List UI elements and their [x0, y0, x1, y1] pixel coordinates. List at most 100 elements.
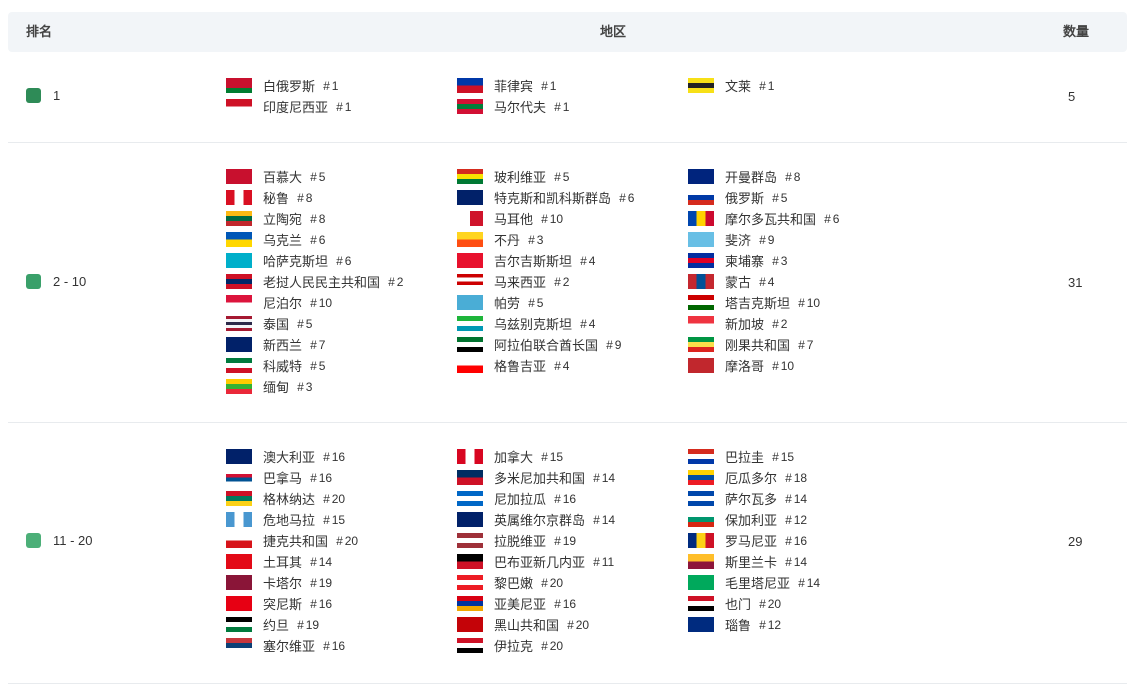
flag-icon	[226, 617, 252, 632]
region-rank-number: 9	[606, 338, 622, 352]
region-name: 开曼群岛	[725, 170, 778, 185]
flag-icon	[457, 232, 483, 247]
header-count: 数量	[1063, 24, 1090, 39]
flag-icon	[226, 554, 252, 569]
region-item: 特克斯和凯科斯群岛 6	[457, 187, 634, 208]
region-column: 百慕大5秘鲁8立陶宛8乌克兰6哈萨克斯坦6老挝人民民主共和国2尼泊尔10泰国5新…	[226, 166, 403, 397]
region-name: 亚美尼亚	[494, 597, 547, 612]
region-item: 摩尔多瓦共和国 6	[688, 208, 839, 229]
region-name: 毛里塔尼亚	[725, 576, 791, 591]
region-rank-number: 7	[798, 338, 814, 352]
region-rank-number: 8	[310, 212, 326, 226]
flag-icon	[457, 449, 483, 464]
flag-icon	[226, 379, 252, 394]
flag-icon	[226, 575, 252, 590]
region-rank-number: 20	[567, 618, 589, 632]
rank-cell: 11 - 20	[26, 533, 93, 548]
region-rank-number: 16	[323, 639, 345, 653]
flag-icon	[226, 470, 252, 485]
region-item: 开曼群岛 8	[688, 166, 839, 187]
region-item: 尼加拉瓜 16	[457, 488, 615, 509]
flag-icon	[688, 169, 714, 184]
header-rank: 排名	[26, 24, 53, 39]
region-item: 保加利亚 12	[688, 509, 820, 530]
flag-icon	[226, 99, 252, 114]
region-name: 刚果共和国	[725, 338, 791, 353]
region-name: 巴拉圭	[725, 450, 765, 465]
region-item: 多米尼加共和国 14	[457, 467, 615, 488]
region-rank-number: 6	[310, 233, 326, 247]
region-name: 白俄罗斯	[263, 79, 316, 94]
region-name: 尼加拉瓜	[494, 492, 547, 507]
region-rank-number: 14	[593, 471, 615, 485]
rank-color-swatch	[26, 273, 41, 289]
region-rank-number: 19	[310, 576, 332, 590]
rank-cell: 1	[26, 88, 60, 103]
rank-label: 2 - 10	[53, 273, 87, 289]
region-rank-number: 1	[759, 79, 775, 93]
region-rank-number: 1	[541, 79, 557, 93]
region-name: 乌兹别克斯坦	[494, 317, 573, 332]
header-region: 地区	[600, 24, 627, 39]
region-rank-number: 20	[759, 597, 781, 611]
region-name: 吉尔吉斯斯坦	[494, 254, 573, 269]
region-rank-number: 14	[593, 513, 615, 527]
region-name: 摩洛哥	[725, 359, 765, 374]
region-name: 格林纳达	[263, 492, 316, 507]
region-name: 哈萨克斯坦	[263, 254, 329, 269]
flag-icon	[226, 295, 252, 310]
region-rank-number: 20	[541, 576, 563, 590]
region-column: 文莱 1	[688, 75, 774, 96]
flag-icon	[688, 617, 714, 632]
region-item: 文莱 1	[688, 75, 774, 96]
region-item: 吉尔吉斯斯坦 4	[457, 250, 634, 271]
rank-color-swatch	[26, 533, 41, 548]
rank-cell: 2 - 10	[26, 273, 87, 289]
region-item: 新加坡 2	[688, 313, 839, 334]
flag-icon	[226, 274, 252, 289]
region-rank-number: 14	[798, 576, 820, 590]
region-name: 也门	[725, 597, 752, 612]
region-item: 黎巴嫩 20	[457, 572, 615, 593]
region-name: 保加利亚	[725, 513, 778, 528]
flag-icon	[688, 596, 714, 611]
flag-icon	[226, 253, 252, 268]
region-rank-number: 16	[310, 597, 332, 611]
flag-icon	[226, 232, 252, 247]
region-item: 俄罗斯 5	[688, 187, 839, 208]
region-name: 塔吉克斯坦	[725, 296, 791, 311]
flag-icon	[457, 491, 483, 506]
table-row: 1 白俄罗斯 1 印度尼西亚 1 菲律宾 1 马尔代夫 1 文莱 1 5	[8, 52, 1127, 143]
region-item: 秘鲁 8	[226, 187, 403, 208]
region-rank-number: 8	[785, 170, 801, 184]
region-name: 特克斯和凯科斯群岛	[494, 191, 612, 206]
region-column: 开曼群岛 8 俄罗斯 5 摩尔多瓦共和国 6 斐济 9 柬埔寨 3 蒙古 4 塔吉克斯坦 10 新加坡 2 刚果…	[688, 166, 839, 376]
region-rank-number: 5	[772, 191, 788, 205]
region-rank-number: 4	[554, 359, 570, 373]
flag-icon	[226, 316, 252, 331]
region-item: 斯里兰卡 14	[688, 551, 820, 572]
region-item: 也门 20	[688, 593, 820, 614]
region-name: 新加坡	[725, 317, 765, 332]
region-rank-number: 5	[528, 296, 544, 310]
region-item: 马来西亚 2	[457, 271, 634, 292]
flag-icon	[226, 638, 252, 653]
flag-icon	[457, 358, 483, 373]
region-rank-number: 2	[388, 275, 404, 289]
region-item: 黑山共和国 20	[457, 614, 615, 635]
region-item: 厄瓜多尔 18	[688, 467, 820, 488]
region-rank-number: 20	[323, 492, 345, 506]
flag-icon	[457, 274, 483, 289]
region-item: 尼泊尔 10	[226, 292, 403, 313]
flag-icon	[688, 211, 714, 226]
region-rank-number: 1	[336, 100, 352, 114]
flag-icon	[457, 169, 483, 184]
region-rank-number: 14	[785, 492, 807, 506]
flag-icon	[226, 512, 252, 527]
region-item: 罗马尼亚 16	[688, 530, 820, 551]
region-column: 加拿大 15 多米尼加共和国 14 尼加拉瓜 16 英属维尔京群岛 14 拉脱维亚 19 巴布亚新几…	[457, 446, 615, 656]
region-rank-number: 12	[759, 618, 781, 632]
region-name: 立陶宛	[263, 212, 303, 227]
flag-icon	[226, 211, 252, 226]
region-item: 玻利维亚 5	[457, 166, 634, 187]
